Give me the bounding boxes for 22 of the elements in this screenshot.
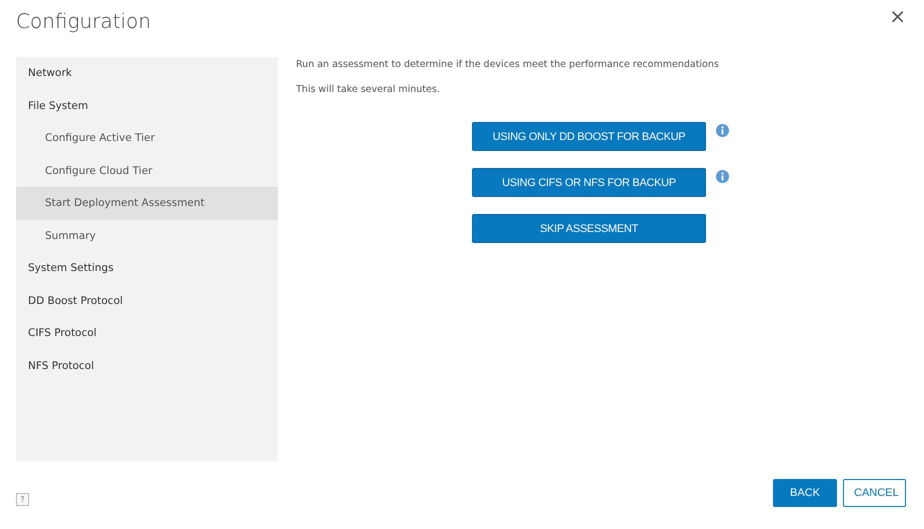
sidebar-item[interactable]: Start Deployment Assessment	[16, 187, 278, 220]
info-icon[interactable]	[716, 124, 729, 137]
assessment-button[interactable]: USING CIFS OR NFS FOR BACKUP	[472, 168, 706, 197]
cancel-button[interactable]: CANCEL	[843, 479, 906, 507]
back-button[interactable]: BACK	[773, 479, 837, 507]
sidebar-item[interactable]: Summary	[16, 220, 278, 252]
sidebar-item[interactable]: Network	[16, 57, 278, 90]
sidebar-item[interactable]: File System	[16, 90, 278, 122]
sidebar-item[interactable]: DD Boost Protocol	[16, 284, 278, 317]
close-button[interactable]: ×	[889, 6, 906, 26]
instruction-text: This will take several minutes.	[296, 84, 441, 97]
help-icon[interactable]: ?	[16, 492, 29, 506]
sidebar-item[interactable]: Configure Cloud Tier	[16, 154, 278, 187]
sidebar-item[interactable]: NFS Protocol	[16, 350, 278, 382]
info-icon[interactable]	[716, 170, 729, 183]
sidebar-item[interactable]: CIFS Protocol	[16, 317, 278, 350]
assessment-button[interactable]: USING ONLY DD BOOST FOR BACKUP	[472, 122, 706, 151]
dialog-title: Configuration	[16, 9, 151, 33]
instruction-text: Run an assessment to determine if the devices meet the performance recommendations	[296, 59, 720, 72]
sidebar-item[interactable]: Configure Active Tier	[16, 122, 278, 154]
assessment-button[interactable]: SKIP ASSESSMENT	[472, 214, 706, 243]
sidebar-item[interactable]: System Settings	[16, 252, 278, 284]
